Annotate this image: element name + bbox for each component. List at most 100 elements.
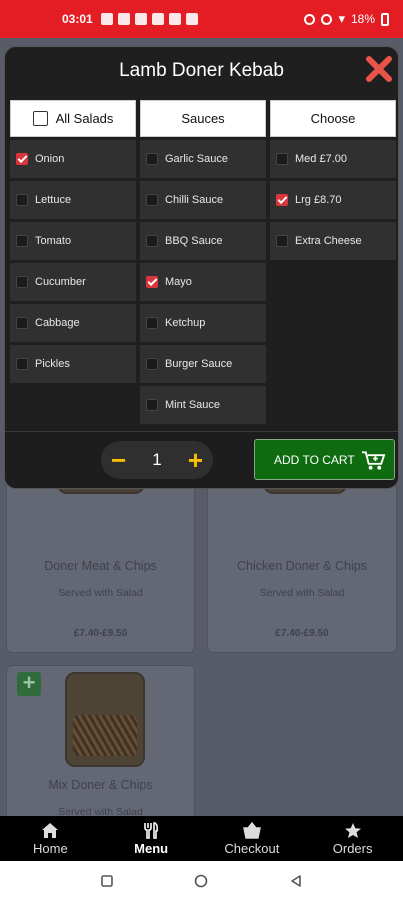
home-circle-icon[interactable] [194,874,208,888]
system-status: ▾ 18% [304,11,389,27]
battery-percent: 18% [350,12,375,26]
menu-card-name: Doner Meat & Chips [44,559,157,573]
notification-icon [168,13,181,25]
recents-icon[interactable] [100,874,114,888]
modal-header: Lamb Doner Kebab [5,47,398,97]
option-label: Lrg £8.70 [295,194,342,206]
checkbox-checked[interactable] [146,276,158,288]
status-time: 03:01 [62,12,93,26]
nav-checkout[interactable]: Checkout [202,816,303,861]
option-garlic-sauce[interactable]: Garlic Sauce [140,140,266,178]
option-ketchup[interactable]: Ketchup [140,304,266,342]
nav-menu[interactable]: Menu [101,816,202,861]
system-nav-bar [0,861,403,900]
increment-button[interactable]: + [188,447,203,473]
checkbox[interactable] [16,317,28,329]
option-label: Mayo [165,276,192,288]
checkbox[interactable] [146,235,158,247]
option-cabbage[interactable]: Cabbage [10,304,136,342]
nav-checkout-label: Checkout [224,840,280,856]
checkbox[interactable] [16,194,28,206]
option-med[interactable]: Med £7.00 [270,140,396,178]
checkbox[interactable] [146,358,158,370]
checkbox[interactable] [16,235,28,247]
salads-header-label: All Salads [55,111,114,126]
add-to-cart-label: ADD TO CART [274,452,355,467]
option-label: Mint Sauce [165,399,221,411]
checkbox[interactable] [16,358,28,370]
back-icon[interactable] [289,874,303,888]
option-cucumber[interactable]: Cucumber [10,263,136,301]
option-label: Cucumber [35,276,86,288]
item-options-modal: Lamb Doner Kebab All Salads Onion Lettuc… [4,46,399,489]
nav-menu-label: Menu [134,840,169,856]
nav-orders[interactable]: Orders [302,816,403,861]
add-item-button[interactable]: + [17,672,41,696]
option-label: Cabbage [35,317,80,329]
option-lrg[interactable]: Lrg £8.70 [270,181,396,219]
checkbox[interactable] [146,153,158,165]
option-onion[interactable]: Onion [10,140,136,178]
close-icon [366,56,392,82]
all-salads-checkbox[interactable] [32,111,48,126]
notification-icons [100,13,198,25]
option-pickles[interactable]: Pickles [10,345,136,383]
checkbox-checked[interactable] [16,153,28,165]
menu-card[interactable]: + Mix Doner & Chips Served with Salad [6,665,195,825]
option-mint-sauce[interactable]: Mint Sauce [140,386,266,424]
option-label: BBQ Sauce [165,235,223,247]
food-image [65,672,145,767]
notification-icon [151,13,164,25]
notification-icon [100,13,113,25]
option-label: Chilli Sauce [165,194,224,206]
decrement-button[interactable]: − [111,447,126,473]
salads-column: All Salads Onion Lettuce Tomato Cucumber… [10,100,136,383]
option-lettuce[interactable]: Lettuce [10,181,136,219]
star-icon [344,822,361,838]
add-to-cart-button[interactable]: ADD TO CART [254,439,395,480]
checkbox[interactable] [146,317,158,329]
sauces-header-label: Sauces [181,111,225,126]
nav-orders-label: Orders [332,840,373,856]
menu-card-name: Chicken Doner & Chips [237,559,367,573]
battery-icon [381,12,389,26]
cart-icon [361,451,386,470]
option-label: Garlic Sauce [165,153,228,165]
checkbox[interactable] [146,194,158,206]
menu-card-desc: Served with Salad [259,587,345,599]
checkbox[interactable] [276,235,288,247]
option-mayo[interactable]: Mayo [140,263,266,301]
option-extra-cheese[interactable]: Extra Cheese [270,222,396,260]
checkbox[interactable] [146,399,158,411]
modal-title: Lamb Doner Kebab [119,60,284,81]
menu-card-desc: Served with Salad [58,587,143,599]
close-button[interactable] [364,54,394,84]
notification-icon [185,13,198,25]
option-label: Pickles [35,358,70,370]
checkbox[interactable] [276,153,288,165]
checkbox-checked[interactable] [276,194,288,206]
nav-home[interactable]: Home [0,816,101,861]
sauces-column: Sauces Garlic Sauce Chilli Sauce BBQ Sau… [140,100,266,424]
quantity-stepper: − 1 + [101,441,213,479]
checkbox[interactable] [16,276,28,288]
option-label: Extra Cheese [295,235,362,247]
nav-home-label: Home [33,840,68,856]
notification-icon [134,13,147,25]
choose-header: Choose [270,100,396,137]
menu-card-price: £7.40-£9.50 [275,628,329,639]
all-salads-toggle[interactable]: All Salads [10,100,136,137]
option-label: Onion [35,153,65,165]
choose-header-label: Choose [310,111,356,126]
choose-column: Choose Med £7.00 Lrg £8.70 Extra Cheese [270,100,396,260]
option-chilli-sauce[interactable]: Chilli Sauce [140,181,266,219]
option-tomato[interactable]: Tomato [10,222,136,260]
option-label: Ketchup [165,317,206,329]
sauces-header: Sauces [140,100,266,137]
bottom-nav: Home Menu Checkout Orders [0,816,403,861]
option-bbq-sauce[interactable]: BBQ Sauce [140,222,266,260]
quantity-value: 1 [152,450,162,469]
option-burger-sauce[interactable]: Burger Sauce [140,345,266,383]
basket-icon [243,821,261,839]
option-label: Tomato [35,235,72,247]
